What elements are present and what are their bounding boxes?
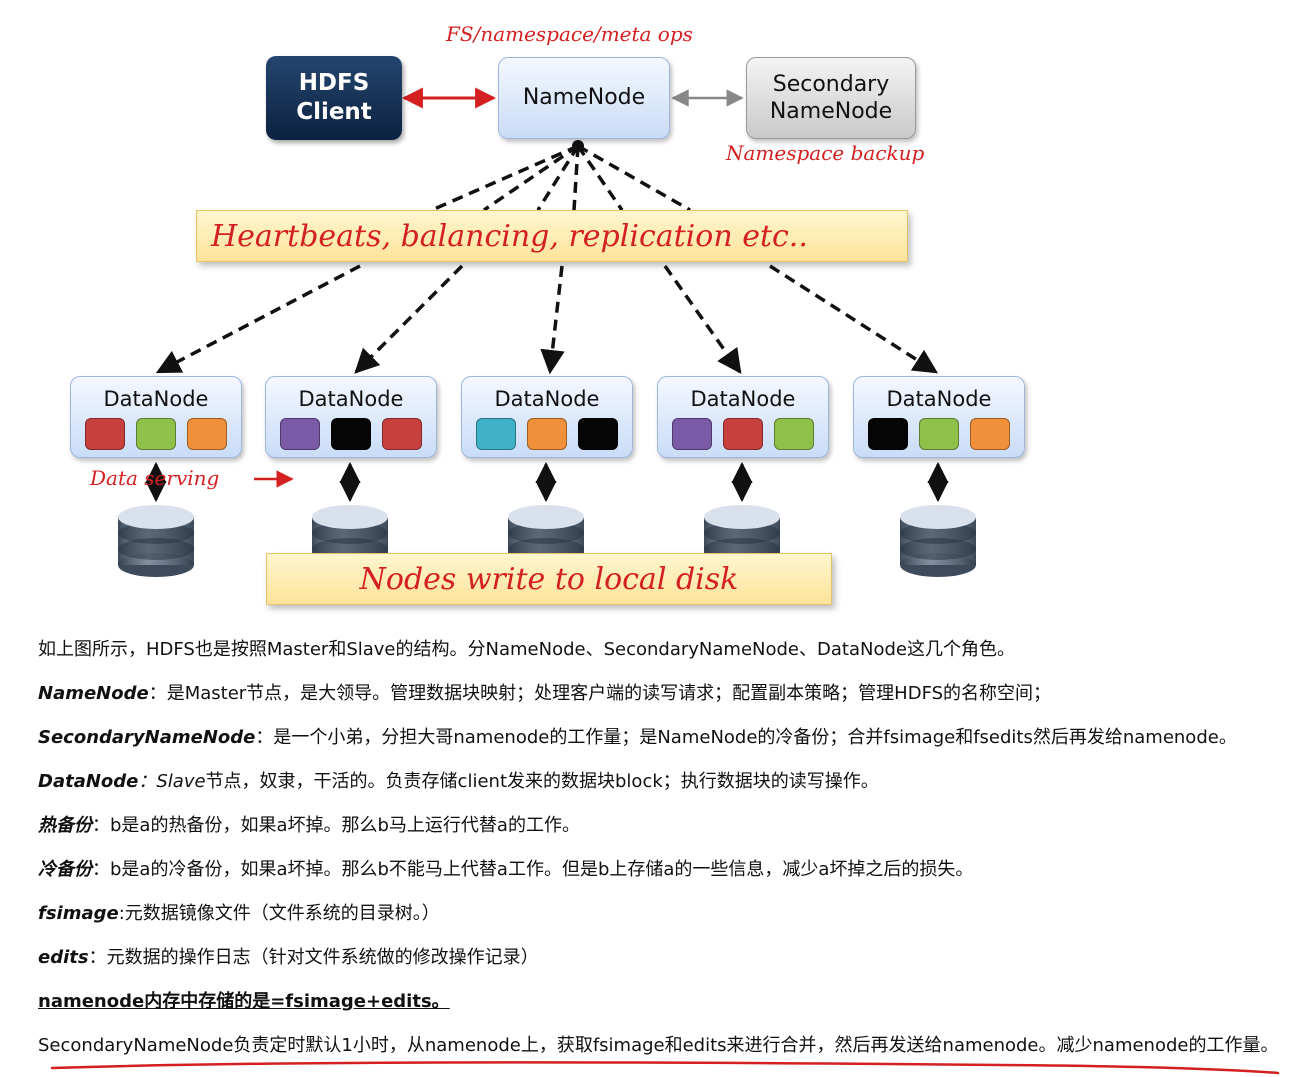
hdfs-architecture-diagram: HDFS Client NameNode Secondary NameNode …: [0, 0, 1299, 620]
fsimage-term: fsimage: [38, 903, 119, 924]
cold-backup-paragraph: 冷备份：b是a的冷备份，如果a坏掉。那么b不能马上代替a工作。但是b上存储a的一…: [38, 857, 973, 883]
fs-ops-note: FS/namespace/meta ops: [446, 22, 693, 46]
datanode-paragraph: DataNode：Slave节点，奴隶，干活的。负责存储client发来的数据块…: [38, 769, 879, 795]
data-block: [85, 418, 125, 450]
hot-backup-term: 热备份: [38, 815, 92, 836]
hdfs-client-line1: HDFS: [298, 70, 370, 97]
namenode-term: NameNode: [38, 683, 149, 704]
data-block: [476, 418, 516, 450]
data-serving-note: Data serving: [90, 466, 220, 490]
data-block: [774, 418, 814, 450]
cold-backup-desc: ：b是a的冷备份，如果a坏掉。那么b不能马上代替a工作。但是b上存储a的一些信息…: [92, 859, 974, 880]
hdfs-client-box: HDFS Client: [266, 56, 402, 140]
heartbeat-banner: Heartbeats, balancing, replication etc..: [196, 210, 908, 262]
heartbeat-fan-lines: [431, 144, 691, 212]
local-disk-banner: Nodes write to local disk: [266, 553, 832, 605]
data-block: [970, 418, 1010, 450]
disk-icon: [118, 505, 194, 577]
merge-paragraph: SecondaryNameNode负责定时默认1小时，从namenode上，获取…: [38, 1035, 1279, 1056]
datanode-2: DataNode: [265, 376, 437, 458]
secondary-line1: Secondary: [772, 71, 890, 97]
secondary-term: SecondaryNameNode: [38, 727, 256, 748]
namenode-box: NameNode: [498, 57, 670, 139]
datanode-dashed-arrows: [155, 264, 939, 375]
secondary-line2: NameNode: [769, 99, 893, 124]
datanode-label: DataNode: [103, 387, 209, 411]
namenode-desc: ：是Master节点，是大领导。管理数据块映射；处理客户端的读写请求；配置副本策…: [148, 683, 1052, 704]
heartbeat-banner-text: Heartbeats, balancing, replication etc..: [211, 218, 808, 254]
data-block: [382, 418, 422, 450]
datanode-label: DataNode: [494, 387, 600, 411]
local-disk-banner-text: Nodes write to local disk: [359, 561, 739, 597]
cold-backup-term: 冷备份: [38, 859, 92, 880]
data-block: [672, 418, 712, 450]
secondary-paragraph: SecondaryNameNode：是一个小弟，分担大哥namenode的工作量…: [38, 725, 1237, 751]
data-block: [280, 418, 320, 450]
datanode-3: DataNode: [461, 376, 633, 458]
namespace-backup-note: Namespace backup: [726, 141, 925, 165]
edits-desc: ：元数据的操作日志（针对文件系统做的修改操作记录）: [88, 947, 539, 968]
datanode-term: DataNode: [38, 771, 139, 792]
memory-paragraph: namenode内存中存储的是=fsimage+edits。: [38, 991, 450, 1012]
data-block: [527, 418, 567, 450]
intro-paragraph: 如上图所示，HDFS也是按照Master和Slave的结构。分NameNode、…: [38, 639, 1015, 660]
datanode-slave: Slave: [156, 771, 206, 792]
disk-arrows: [145, 461, 949, 503]
fsimage-paragraph: fsimage:元数据镜像文件（文件系统的目录树。）: [38, 901, 440, 927]
datanode-4: DataNode: [657, 376, 829, 458]
datanode-5: DataNode: [853, 376, 1025, 458]
data-block: [868, 418, 908, 450]
edits-term: edits: [38, 947, 89, 968]
namenode-paragraph: NameNode：是Master节点，是大领导。管理数据块映射；处理客户端的读写…: [38, 681, 1051, 707]
datanode-1: DataNode: [70, 376, 242, 458]
namenode-label: NameNode: [522, 85, 646, 111]
data-block: [136, 418, 176, 450]
data-block: [578, 418, 618, 450]
datanode-label: DataNode: [886, 387, 992, 411]
data-block: [919, 418, 959, 450]
datanode-label: DataNode: [298, 387, 404, 411]
edits-paragraph: edits：元数据的操作日志（针对文件系统做的修改操作记录）: [38, 945, 539, 971]
disk-icon: [900, 505, 976, 577]
datanode-label: DataNode: [690, 387, 796, 411]
datanode-sep: ：: [138, 771, 157, 792]
data-block: [331, 418, 371, 450]
secondary-desc: ：是一个小弟，分担大哥namenode的工作量；是NameNode的冷备份；合并…: [255, 727, 1237, 748]
secondary-namenode-box: Secondary NameNode: [746, 57, 916, 139]
hdfs-client-line2: Client: [296, 99, 372, 125]
data-block: [187, 418, 227, 450]
hot-backup-paragraph: 热备份：b是a的热备份，如果a坏掉。那么b马上运行代替a的工作。: [38, 813, 580, 839]
data-block: [723, 418, 763, 450]
hot-backup-desc: ：b是a的热备份，如果a坏掉。那么b马上运行代替a的工作。: [92, 815, 580, 836]
datanode-desc: 节点，奴隶，干活的。负责存储client发来的数据块block；执行数据块的读写…: [205, 771, 879, 792]
fsimage-desc: :元数据镜像文件（文件系统的目录树。）: [118, 903, 440, 924]
